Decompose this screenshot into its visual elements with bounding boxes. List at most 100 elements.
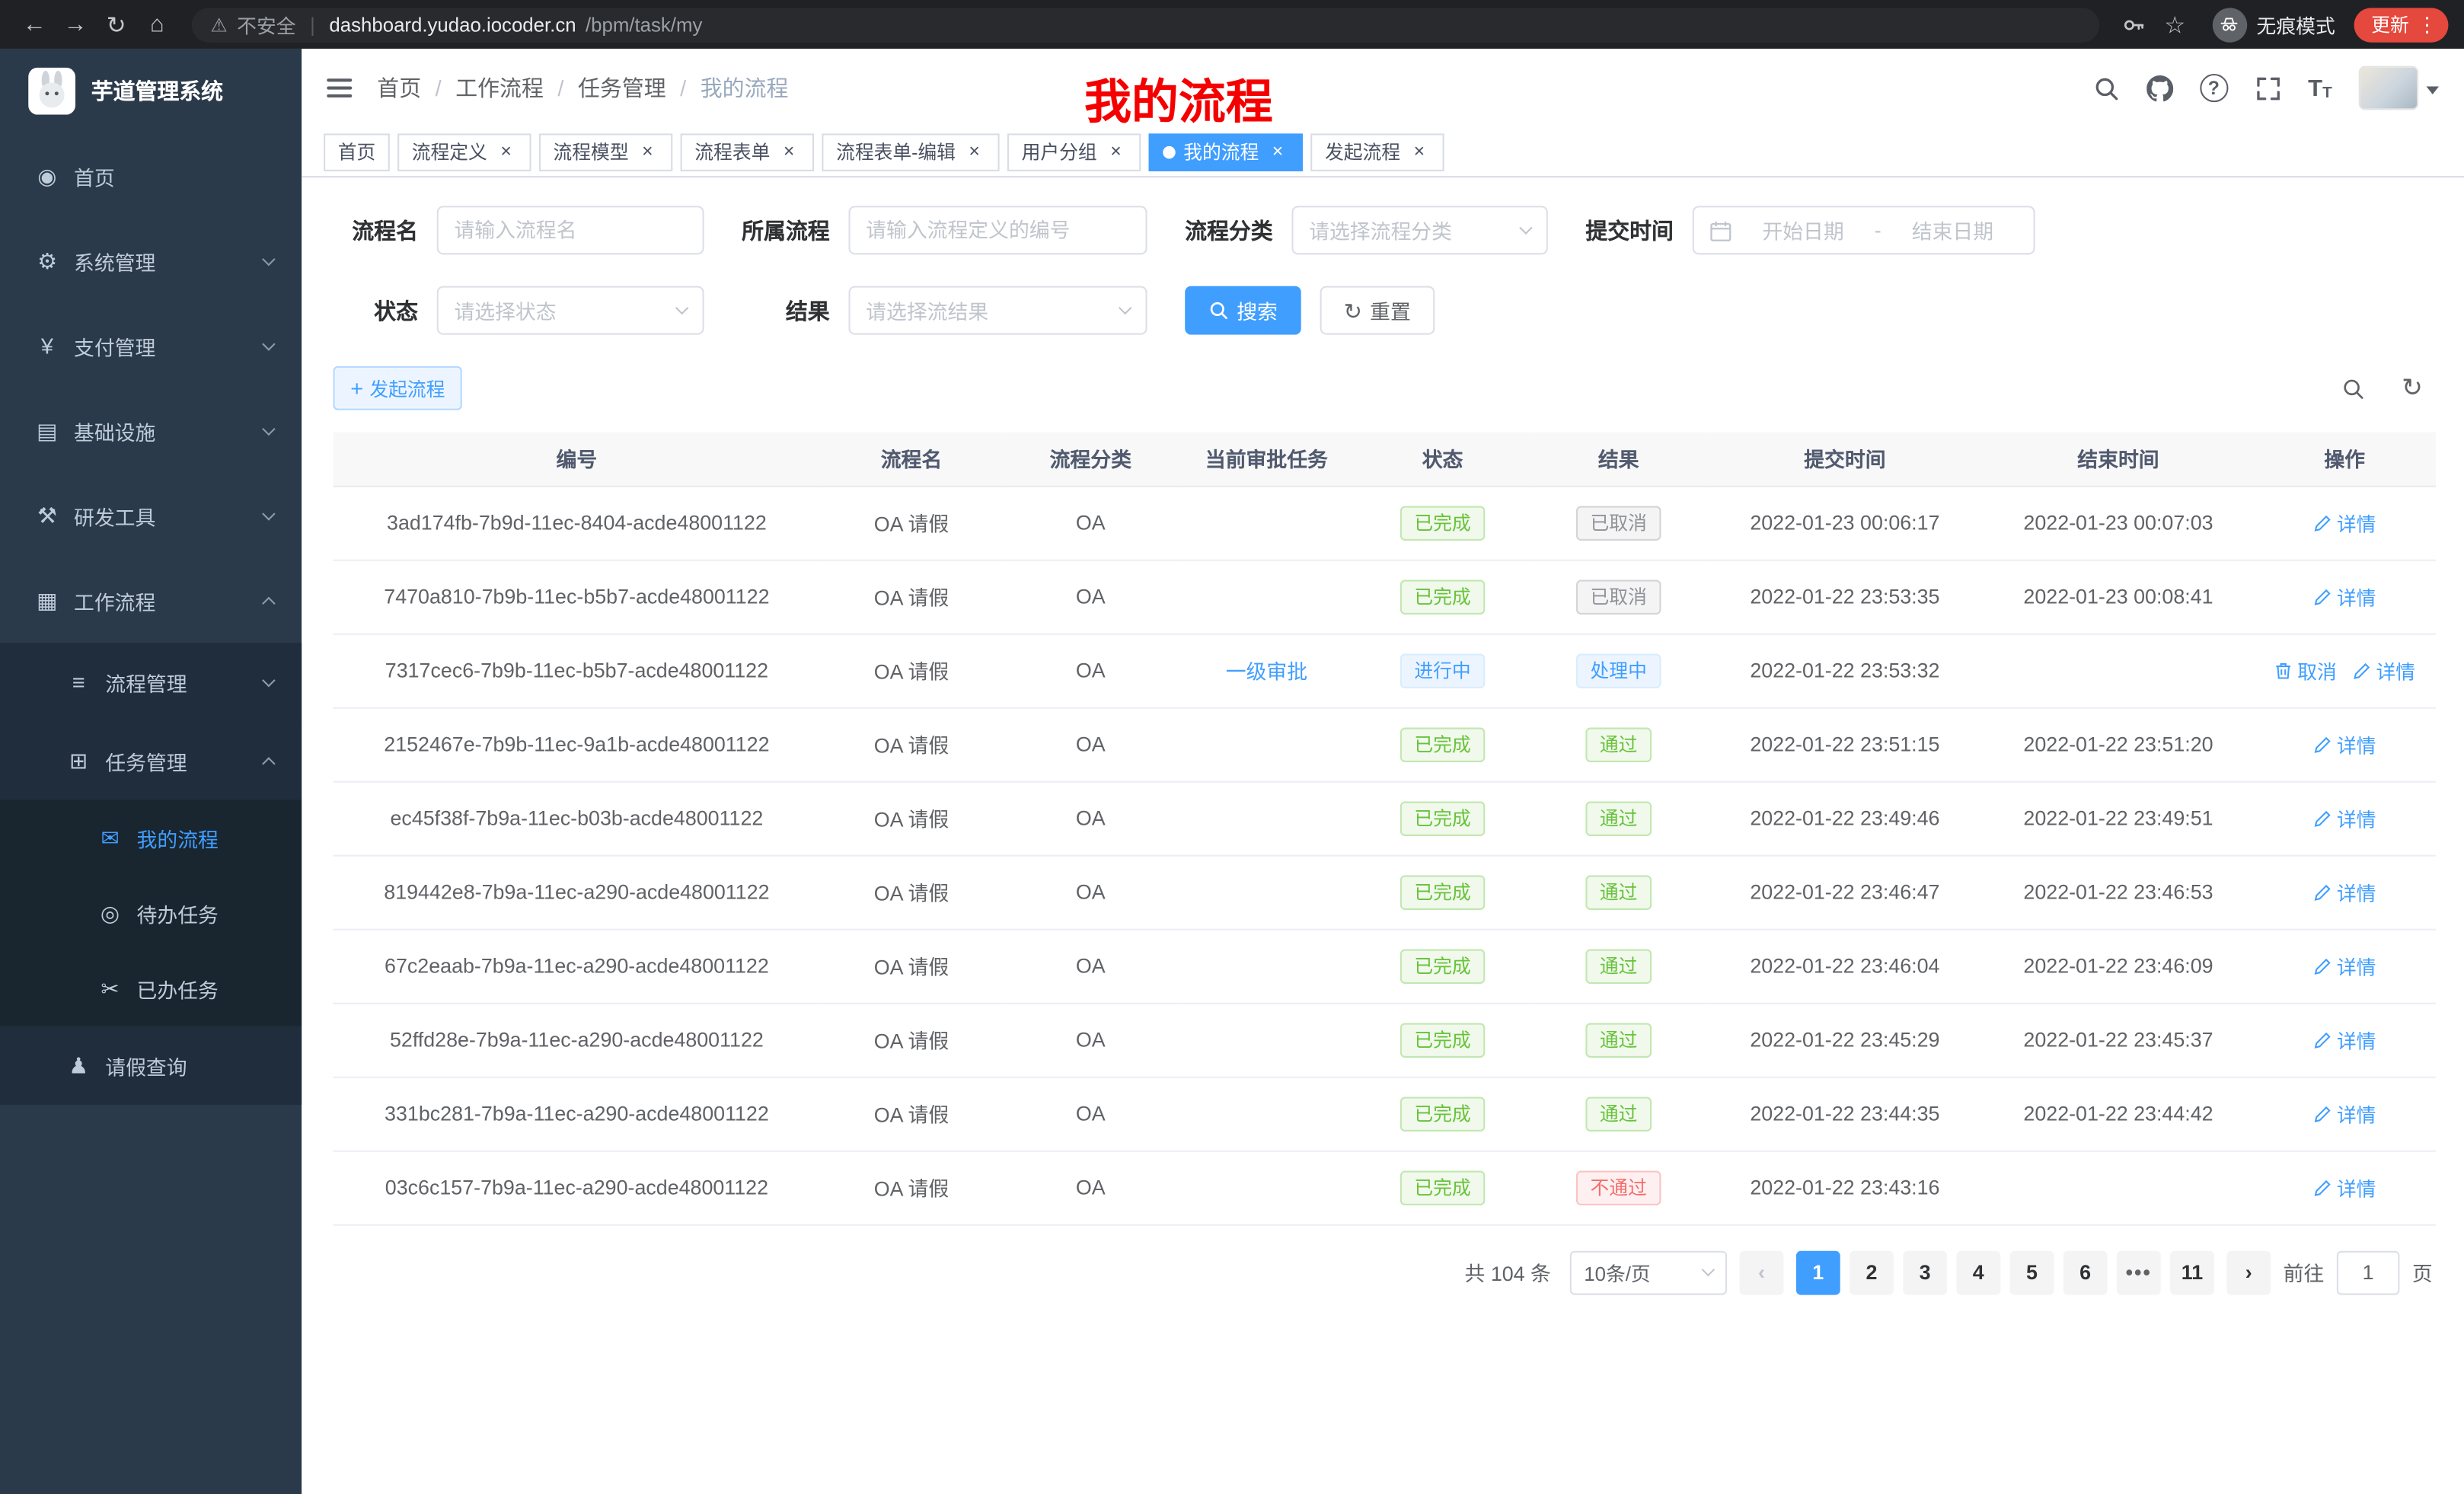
back-icon[interactable]: ← [16, 11, 54, 37]
close-icon[interactable]: × [1105, 141, 1127, 163]
status-select[interactable]: 请选择状态 [437, 286, 704, 335]
process-category: OA [1003, 781, 1179, 855]
sidebar-item-process-manage[interactable]: ≡流程管理 [0, 643, 302, 721]
refresh-table-icon[interactable]: ↻ [2392, 368, 2433, 409]
close-icon[interactable]: × [778, 141, 800, 163]
sidebar-item-done-tasks[interactable]: ✂已办任务 [0, 951, 302, 1026]
status-cell: 已完成 [1355, 855, 1530, 929]
detail-action-link[interactable]: 详情 [2313, 1099, 2376, 1128]
detail-action-link[interactable]: 详情 [2313, 729, 2376, 759]
sidebar-item-payment[interactable]: ¥支付管理 [0, 303, 302, 388]
pager-page-2[interactable]: 2 [1850, 1250, 1894, 1294]
breadcrumb-item[interactable]: 首页 [377, 72, 421, 104]
submit-time-range-picker[interactable]: 开始日期 - 结束日期 [1693, 206, 2035, 254]
passwords-key-icon[interactable] [2115, 11, 2153, 37]
tab-process-definition[interactable]: 流程定义× [397, 132, 531, 171]
pager-page-3[interactable]: 3 [1903, 1250, 1947, 1294]
detail-action-link[interactable]: 详情 [2313, 877, 2376, 907]
tab-my-process[interactable]: 我的流程× [1149, 132, 1303, 171]
close-icon[interactable]: × [495, 141, 517, 163]
chevron-down-icon [262, 337, 276, 350]
detail-action-link[interactable]: 详情 [2313, 1025, 2376, 1055]
goto-label: 前往 [2284, 1257, 2325, 1287]
close-icon[interactable]: × [1408, 141, 1430, 163]
detail-action-link[interactable]: 详情 [2313, 803, 2376, 833]
breadcrumb-item[interactable]: 工作流程 [455, 72, 544, 104]
tab-start-process[interactable]: 发起流程× [1310, 132, 1444, 171]
edit-icon [2313, 587, 2332, 606]
sidebar-item-label: 基础设施 [74, 416, 155, 445]
menu-dots-icon[interactable]: ⋮ [2417, 11, 2437, 37]
goto-page-input[interactable] [2337, 1250, 2400, 1294]
reload-icon[interactable]: ↻ [97, 10, 136, 38]
sidebar-item-home[interactable]: ◉首页 [0, 133, 302, 218]
submit-time: 2022-01-22 23:44:35 [1706, 1077, 1983, 1151]
prev-page-button[interactable]: ‹ [1740, 1250, 1784, 1294]
detail-action-link[interactable]: 详情 [2313, 582, 2376, 611]
forward-icon[interactable]: → [56, 11, 94, 37]
update-button[interactable]: 更新 ⋮ [2354, 7, 2449, 41]
page-size-select[interactable]: 10条/页 [1570, 1250, 1727, 1294]
next-page-button[interactable]: › [2226, 1250, 2271, 1294]
result-select[interactable]: 请选择流结果 [848, 286, 1147, 335]
close-icon[interactable]: × [963, 141, 985, 163]
sidebar-item-label: 待办任务 [137, 898, 219, 927]
tab-process-form-edit[interactable]: 流程表单-编辑× [822, 132, 999, 171]
font-size-icon[interactable]: TT [2308, 75, 2332, 101]
breadcrumb-item[interactable]: 任务管理 [578, 72, 666, 104]
browser-home-icon[interactable]: ⌂ [139, 11, 177, 37]
hamburger-icon[interactable] [327, 78, 352, 97]
dashboard-icon: ◉ [34, 163, 59, 190]
tab-process-form[interactable]: 流程表单× [681, 132, 814, 171]
status-badge: 已完成 [1400, 727, 1485, 761]
action-label: 详情 [2337, 951, 2376, 981]
sidebar-item-workflow[interactable]: ▦工作流程 [0, 558, 302, 643]
github-icon[interactable] [2146, 75, 2173, 101]
pager-page-11[interactable]: 11 [2170, 1250, 2214, 1294]
sidebar-item-system[interactable]: ⚙系统管理 [0, 219, 302, 303]
current-task-link[interactable]: 一级审批 [1226, 656, 1307, 685]
detail-action-link[interactable]: 详情 [2313, 951, 2376, 981]
category-select[interactable]: 请选择流程分类 [1291, 206, 1547, 254]
sidebar-item-task-manage[interactable]: ⊞任务管理 [0, 721, 302, 800]
detail-action-link[interactable]: 详情 [2313, 508, 2376, 538]
pager-page-5[interactable]: 5 [2010, 1250, 2054, 1294]
end-time [1984, 1151, 2254, 1224]
address-bar[interactable]: ⚠ 不安全 | dashboard.yudao.iocoder.cn/bpm/t… [192, 7, 2099, 41]
avatar[interactable] [2359, 66, 2439, 110]
reset-button[interactable]: ↻ 重置 [1320, 286, 1435, 335]
sidebar-item-devtools[interactable]: ⚒研发工具 [0, 473, 302, 557]
result-cell: 通过 [1530, 707, 1706, 781]
pager-page-1[interactable]: 1 [1796, 1250, 1840, 1294]
fullscreen-icon[interactable] [2255, 75, 2281, 101]
close-icon[interactable]: × [1267, 141, 1289, 163]
detail-action-link[interactable]: 详情 [2353, 656, 2416, 685]
cancel-action-link[interactable]: 取消 [2274, 656, 2337, 685]
search-icon[interactable] [2092, 75, 2119, 101]
pager-page-6[interactable]: 6 [2063, 1250, 2108, 1294]
end-time: 2022-01-22 23:46:53 [1984, 855, 2254, 929]
end-date-placeholder: 结束日期 [1888, 215, 2018, 245]
process-name-input[interactable] [437, 206, 704, 254]
process-name: OA 请假 [820, 781, 1002, 855]
pager-ellipsis[interactable]: ••• [2117, 1250, 2161, 1294]
bookmark-star-icon[interactable]: ☆ [2156, 10, 2194, 38]
detail-action-link[interactable]: 详情 [2313, 1173, 2376, 1202]
help-icon[interactable]: ? [2200, 74, 2228, 102]
tab-user-group[interactable]: 用户分组× [1007, 132, 1141, 171]
yen-icon: ¥ [34, 334, 59, 359]
sidebar-item-todo-tasks[interactable]: ◎待办任务 [0, 876, 302, 951]
create-process-button[interactable]: + 发起流程 [334, 366, 463, 410]
tab-home[interactable]: 首页 [324, 132, 390, 171]
sidebar-item-infrastructure[interactable]: ▤基础设施 [0, 388, 302, 473]
sidebar-item-label: 工作流程 [74, 586, 155, 615]
sidebar-item-my-process[interactable]: ✉我的流程 [0, 800, 302, 875]
close-icon[interactable]: × [637, 141, 659, 163]
toggle-search-icon[interactable] [2332, 368, 2373, 409]
tab-process-model[interactable]: 流程模型× [539, 132, 672, 171]
search-button[interactable]: 搜索 [1185, 286, 1301, 335]
process-def-input[interactable] [848, 206, 1147, 254]
pager-page-4[interactable]: 4 [1956, 1250, 2000, 1294]
action-label: 详情 [2337, 803, 2376, 833]
sidebar-item-leave-query[interactable]: ♟请假查询 [0, 1026, 302, 1105]
